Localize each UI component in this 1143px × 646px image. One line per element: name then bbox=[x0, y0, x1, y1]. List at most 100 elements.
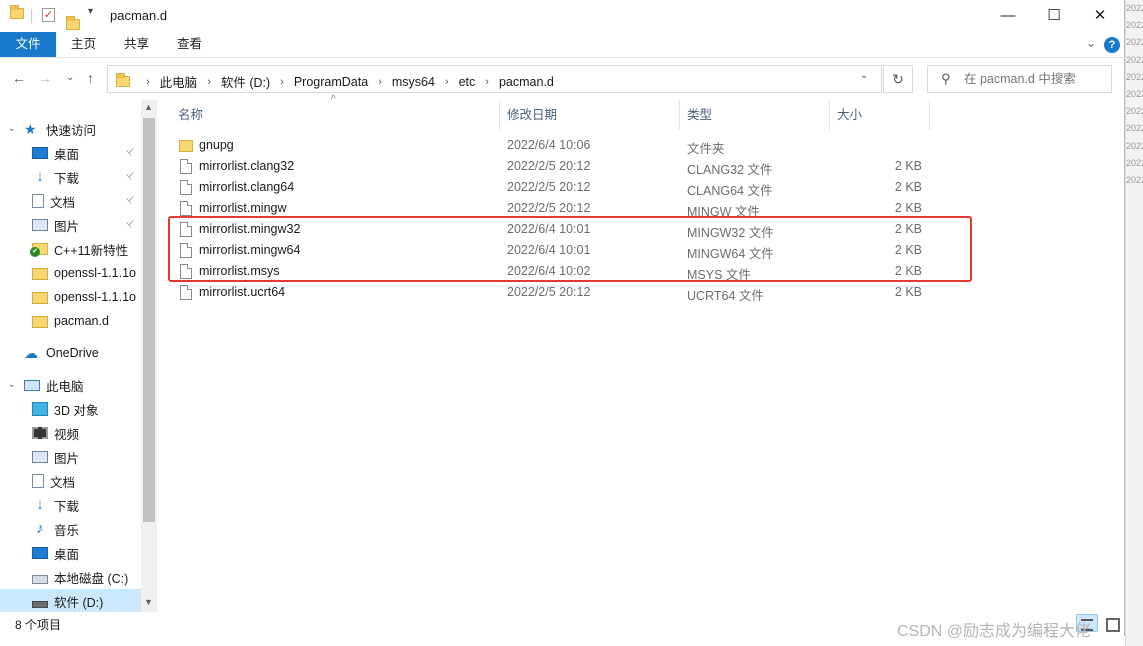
address-bar[interactable]: › 此电脑 › 软件 (D:) › ProgramData › msys64 › etc › pacm… bbox=[107, 65, 882, 93]
back-button[interactable]: ← bbox=[12, 70, 26, 86]
breadcrumb-separator[interactable]: › bbox=[146, 76, 150, 88]
file-date-modified: 2022/6/4 10:06 bbox=[507, 138, 591, 152]
breadcrumb-item[interactable]: msys64 bbox=[392, 75, 435, 89]
file-row[interactable]: gnupg 2022/6/4 10:06 文件夹 bbox=[174, 135, 954, 156]
folder-icon bbox=[10, 5, 24, 19]
file-size: 2 KB bbox=[894, 201, 922, 215]
window-title: pacman.d bbox=[110, 8, 168, 23]
scroll-down-arrow[interactable]: ▼ bbox=[144, 597, 153, 607]
download-icon: ↓ bbox=[36, 168, 44, 185]
column-header-type[interactable]: 类型 bbox=[681, 100, 830, 130]
new-folder-icon[interactable] bbox=[66, 16, 80, 30]
breadcrumb-item[interactable]: ProgramData bbox=[294, 75, 368, 89]
nav-item[interactable]: 视频 bbox=[0, 421, 141, 445]
background-text-fragment: 2022 bbox=[1126, 54, 1143, 65]
folder-icon bbox=[179, 140, 193, 152]
pin-icon: ⊥ bbox=[123, 144, 138, 159]
up-button[interactable]: ↑ bbox=[87, 70, 94, 86]
nav-item[interactable]: 3D 对象 bbox=[0, 397, 141, 421]
nav-item[interactable]: 本地磁盘 (C:) bbox=[0, 565, 141, 589]
background-text-fragment: 2022 bbox=[1126, 3, 1143, 13]
computer-icon bbox=[24, 379, 40, 391]
folder-icon bbox=[32, 292, 48, 304]
nav-scrollbar[interactable]: ▲ ▼ bbox=[141, 100, 157, 612]
breadcrumb-separator[interactable]: › bbox=[445, 76, 449, 88]
navigation-bar: ← → ⌄ ↑ › 此电脑 › 软件 (D:) › ProgramData › msys64 ›… bbox=[0, 58, 1125, 100]
nav-item[interactable]: 桌面 bbox=[0, 541, 141, 565]
file-row[interactable]: mirrorlist.clang32 2022/2/5 20:12 CLANG32 … bbox=[174, 156, 954, 177]
background-text-fragment: 2022 bbox=[1126, 37, 1143, 48]
recent-locations-button[interactable]: ⌄ bbox=[66, 72, 74, 83]
maximize-button[interactable]: ☐ bbox=[1031, 0, 1077, 32]
minimize-button[interactable]: — bbox=[985, 0, 1031, 32]
properties-icon[interactable]: ✓ bbox=[42, 8, 55, 22]
search-box[interactable]: ⚲ bbox=[927, 65, 1112, 93]
background-text-fragment: 2022 bbox=[1126, 123, 1143, 134]
background-window-strip: 2022 2022 2022 2022 2022 2022 2022 2022 2022 2022… bbox=[1125, 0, 1143, 646]
file-row[interactable]: mirrorlist.clang64 2022/2/5 20:12 CLANG64 … bbox=[174, 177, 954, 198]
nav-item[interactable]: 文档 bbox=[0, 469, 141, 493]
large-icons-view-button[interactable] bbox=[1101, 614, 1123, 632]
nav-item[interactable]: ♪ 音乐 bbox=[0, 517, 141, 541]
tab-home[interactable]: 主页 bbox=[57, 32, 110, 57]
breadcrumb-item[interactable]: 此电脑 bbox=[160, 72, 198, 91]
nav-item[interactable]: ↓ 下载 ⊥ bbox=[0, 165, 141, 189]
refresh-button[interactable]: ↻ bbox=[883, 65, 913, 93]
close-button[interactable]: ✕ bbox=[1077, 0, 1123, 32]
column-header-size[interactable]: 大小 bbox=[831, 100, 930, 130]
file-name: mirrorlist.ucrt64 bbox=[199, 285, 286, 299]
nav-item[interactable]: ↓ 下载 bbox=[0, 493, 141, 517]
breadcrumb-item[interactable]: 软件 (D:) bbox=[221, 72, 270, 91]
document-icon bbox=[32, 474, 44, 488]
expand-chevron-icon[interactable]: ⌄ bbox=[8, 379, 16, 390]
tab-file[interactable]: 文件 bbox=[0, 32, 56, 57]
nav-item-label: 下载 bbox=[54, 499, 80, 514]
nav-item-label: 文档 bbox=[50, 195, 76, 210]
drive-icon bbox=[32, 600, 48, 608]
address-history-dropdown[interactable]: ⌄ bbox=[860, 70, 868, 81]
nav-item[interactable]: openssl-1.1.1o bbox=[0, 261, 141, 285]
file-icon bbox=[180, 285, 192, 300]
picture-icon bbox=[32, 451, 48, 463]
forward-button[interactable]: → bbox=[38, 70, 52, 86]
nav-item[interactable]: pacman.d bbox=[0, 309, 141, 333]
file-row[interactable]: mirrorlist.ucrt64 2022/2/5 20:12 UCRT64 文件… bbox=[174, 282, 954, 303]
breadcrumb-separator[interactable]: › bbox=[378, 76, 382, 88]
nav-item[interactable]: ⌄ ★ 快速访问 bbox=[0, 117, 141, 141]
nav-item-label: 图片 bbox=[54, 219, 80, 234]
help-icon[interactable]: ? bbox=[1104, 37, 1120, 53]
breadcrumb-item[interactable]: etc bbox=[459, 75, 476, 89]
nav-item[interactable]: 图片 ⊥ bbox=[0, 213, 141, 237]
column-header-date[interactable]: 修改日期 bbox=[501, 100, 680, 130]
nav-item[interactable]: 软件 (D:) bbox=[0, 589, 141, 612]
nav-item[interactable]: ☁ OneDrive bbox=[0, 341, 141, 365]
tab-view[interactable]: 查看 bbox=[163, 32, 216, 57]
breadcrumb-separator[interactable]: › bbox=[485, 76, 489, 88]
expand-chevron-icon[interactable]: ⌄ bbox=[8, 123, 16, 134]
nav-item[interactable]: 桌面 ⊥ bbox=[0, 141, 141, 165]
scroll-thumb[interactable] bbox=[143, 118, 155, 522]
breadcrumb-item[interactable]: pacman.d bbox=[499, 75, 554, 89]
tab-share[interactable]: 共享 bbox=[110, 32, 163, 57]
nav-item[interactable]: 文档 ⊥ bbox=[0, 189, 141, 213]
breadcrumb-separator[interactable]: › bbox=[207, 76, 211, 88]
pin-icon: ⊥ bbox=[123, 216, 138, 231]
expand-ribbon-icon[interactable]: ⌄ bbox=[1086, 36, 1096, 50]
breadcrumb-separator[interactable]: › bbox=[280, 76, 284, 88]
download-icon: ↓ bbox=[36, 496, 44, 513]
search-input[interactable] bbox=[964, 72, 1104, 86]
file-name: mirrorlist.clang32 bbox=[199, 159, 295, 173]
nav-item[interactable]: openssl-1.1.1o bbox=[0, 285, 141, 309]
nav-item-label: 3D 对象 bbox=[54, 403, 99, 418]
nav-item-label: 快速访问 bbox=[46, 123, 97, 138]
nav-item[interactable]: C++11新特性 bbox=[0, 237, 141, 261]
nav-item-label: 文档 bbox=[50, 475, 76, 490]
scroll-up-arrow[interactable]: ▲ bbox=[144, 102, 153, 112]
nav-item[interactable]: ⌄ 此电脑 bbox=[0, 373, 141, 397]
folder-icon bbox=[32, 268, 48, 280]
background-text-fragment: 2022 bbox=[1126, 106, 1143, 117]
nav-item[interactable]: 图片 bbox=[0, 445, 141, 469]
customize-toolbar-icon[interactable]: ▾ bbox=[88, 6, 93, 17]
column-header-name[interactable]: 名称 bbox=[172, 100, 500, 130]
cloud-icon: ☁ bbox=[24, 345, 38, 361]
